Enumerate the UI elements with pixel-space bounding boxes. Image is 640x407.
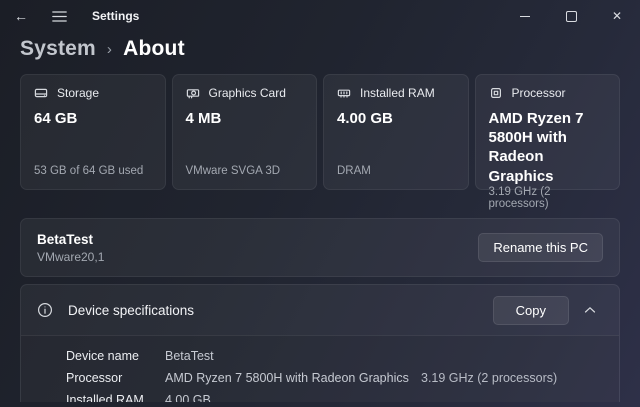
- card-value: 64 GB: [34, 109, 152, 128]
- chevron-up-icon: [584, 306, 596, 314]
- breadcrumb: System › About: [0, 32, 640, 74]
- page-title: About: [123, 37, 185, 61]
- copy-button[interactable]: Copy: [493, 296, 569, 325]
- hamburger-menu-icon: [52, 11, 67, 22]
- card-footer: 53 GB of 64 GB used: [34, 165, 152, 178]
- minimize-button[interactable]: [502, 0, 548, 32]
- card-value: AMD Ryzen 7 5800H with Radeon Graphics: [489, 109, 607, 186]
- spec-value: BetaTest: [165, 349, 421, 363]
- spec-value: 4.00 GB: [165, 393, 421, 402]
- pc-model: VMware20,1: [37, 250, 104, 264]
- gpu-icon: [186, 86, 200, 100]
- back-arrow-icon: ←: [14, 8, 28, 24]
- spec-label: Device name: [66, 349, 165, 363]
- spec-row-device-name: Device name BetaTest: [66, 345, 619, 367]
- minimize-icon: [520, 16, 530, 17]
- card-label: Storage: [57, 86, 99, 100]
- pc-name: BetaTest: [37, 232, 104, 247]
- cpu-icon: [489, 86, 503, 100]
- installed-ram-card[interactable]: Installed RAM 4.00 GB DRAM: [323, 74, 469, 190]
- device-specifications-body: Device name BetaTest Processor AMD Ryzen…: [21, 335, 619, 402]
- info-icon: [37, 302, 53, 318]
- maximize-button[interactable]: [548, 0, 594, 32]
- card-footer: 3.19 GHz (2 processors): [489, 186, 607, 211]
- breadcrumb-separator-icon: ›: [107, 41, 112, 58]
- spec-extra: 3.19 GHz (2 processors): [421, 371, 557, 385]
- spec-label: Processor: [66, 371, 165, 385]
- settings-window: ← Settings ✕ System › About: [0, 0, 640, 407]
- card-value: 4 MB: [186, 109, 304, 128]
- device-specifications-card: Device specifications Copy Device name B…: [20, 284, 620, 402]
- card-label: Installed RAM: [360, 86, 435, 100]
- card-footer: VMware SVGA 3D: [186, 165, 304, 178]
- card-footer: DRAM: [337, 165, 455, 178]
- card-label: Processor: [512, 86, 566, 100]
- breadcrumb-system[interactable]: System: [20, 37, 96, 61]
- window-controls: ✕: [502, 0, 640, 32]
- summary-cards: Storage 64 GB 53 GB of 64 GB used Graphi…: [0, 74, 640, 190]
- titlebar: ← Settings ✕: [0, 0, 640, 32]
- close-icon: ✕: [612, 9, 622, 23]
- spec-row-installed-ram: Installed RAM 4.00 GB: [66, 389, 619, 402]
- graphics-card-card[interactable]: Graphics Card 4 MB VMware SVGA 3D: [172, 74, 318, 190]
- device-specifications-header[interactable]: Device specifications Copy: [21, 285, 619, 335]
- rename-pc-button[interactable]: Rename this PC: [478, 233, 603, 262]
- storage-card[interactable]: Storage 64 GB 53 GB of 64 GB used: [20, 74, 166, 190]
- spec-value: AMD Ryzen 7 5800H with Radeon Graphics: [165, 371, 421, 385]
- storage-icon: [34, 86, 48, 100]
- collapse-expander-button[interactable]: [577, 297, 603, 323]
- processor-card[interactable]: Processor AMD Ryzen 7 5800H with Radeon …: [475, 74, 621, 190]
- card-label: Graphics Card: [209, 86, 286, 100]
- close-button[interactable]: ✕: [594, 0, 640, 32]
- ram-icon: [337, 86, 351, 100]
- card-value: 4.00 GB: [337, 109, 455, 128]
- spec-row-processor: Processor AMD Ryzen 7 5800H with Radeon …: [66, 367, 619, 389]
- pc-name-card: BetaTest VMware20,1 Rename this PC: [20, 218, 620, 277]
- spec-label: Installed RAM: [66, 393, 165, 402]
- window-title: Settings: [92, 9, 139, 23]
- section-title: Device specifications: [68, 303, 194, 318]
- nav-menu-button[interactable]: [40, 0, 78, 32]
- back-button[interactable]: ←: [2, 0, 40, 32]
- maximize-icon: [566, 11, 577, 22]
